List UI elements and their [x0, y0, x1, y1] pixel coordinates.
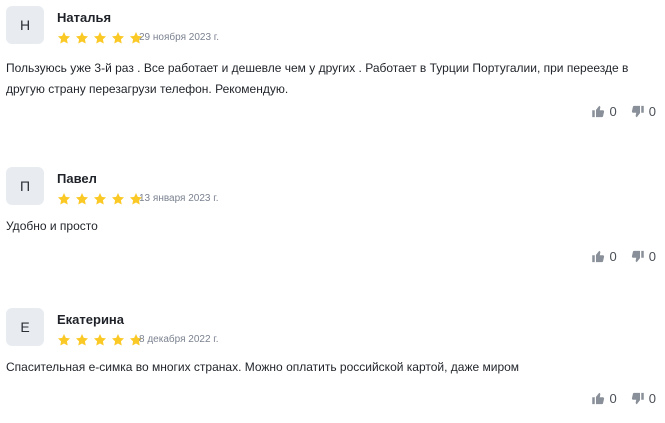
- review-date: 13 января 2023 г.: [139, 193, 219, 204]
- review-text: Пользуюсь уже 3-й раз . Все работает и д…: [6, 61, 629, 96]
- review-text: Спасительная е-симка во многих странах. …: [6, 360, 520, 374]
- rating-stars: [57, 192, 147, 206]
- dislike-count: 0: [648, 249, 656, 264]
- review-date: 29 ноября 2023 г.: [139, 32, 219, 43]
- like-button[interactable]: 0: [591, 391, 617, 406]
- star-icon: [75, 333, 89, 347]
- dislike-button[interactable]: 0: [630, 104, 656, 119]
- star-icon: [57, 192, 71, 206]
- thumb-down-icon: [630, 391, 645, 406]
- star-icon: [93, 31, 107, 45]
- avatar: Н: [6, 6, 44, 44]
- thumb-down-icon: [630, 249, 645, 264]
- star-icon: [111, 192, 125, 206]
- dislike-count: 0: [648, 104, 656, 119]
- like-button[interactable]: 0: [591, 249, 617, 264]
- like-count: 0: [609, 391, 617, 406]
- star-icon: [75, 31, 89, 45]
- like-count: 0: [609, 104, 617, 119]
- reviewer-name: Наталья: [57, 10, 112, 25]
- reviewer-name: Павел: [57, 171, 97, 186]
- thumb-up-icon: [591, 249, 606, 264]
- star-icon: [111, 31, 125, 45]
- rating-stars: [57, 31, 147, 45]
- review-votes: 0 0: [578, 104, 656, 119]
- thumb-up-icon: [591, 391, 606, 406]
- thumb-down-icon: [630, 104, 645, 119]
- review-text: Удобно и просто: [6, 219, 98, 233]
- dislike-button[interactable]: 0: [630, 391, 656, 406]
- reviews-list: Н Наталья 29 ноября 2023 г. Пользуюсь уж…: [0, 0, 665, 423]
- star-icon: [75, 192, 89, 206]
- dislike-button[interactable]: 0: [630, 249, 656, 264]
- star-icon: [93, 333, 107, 347]
- avatar: П: [6, 167, 44, 205]
- review-votes: 0 0: [578, 249, 656, 264]
- star-icon: [111, 333, 125, 347]
- like-button[interactable]: 0: [591, 104, 617, 119]
- review-item: Н Наталья 29 ноября 2023 г. Пользуюсь уж…: [0, 0, 665, 130]
- rating-stars: [57, 333, 147, 347]
- like-count: 0: [609, 249, 617, 264]
- reviewer-name: Екатерина: [57, 312, 125, 327]
- review-item: П Павел 13 января 2023 г. Удобно и прост…: [0, 161, 665, 291]
- avatar: Е: [6, 308, 44, 346]
- review-votes: 0 0: [578, 391, 656, 406]
- review-date: 8 декабря 2022 г.: [139, 334, 219, 345]
- star-icon: [93, 192, 107, 206]
- dislike-count: 0: [648, 391, 656, 406]
- review-item: Е Екатерина 8 декабря 2022 г. Спасительн…: [0, 302, 665, 423]
- thumb-up-icon: [591, 104, 606, 119]
- star-icon: [57, 31, 71, 45]
- star-icon: [57, 333, 71, 347]
